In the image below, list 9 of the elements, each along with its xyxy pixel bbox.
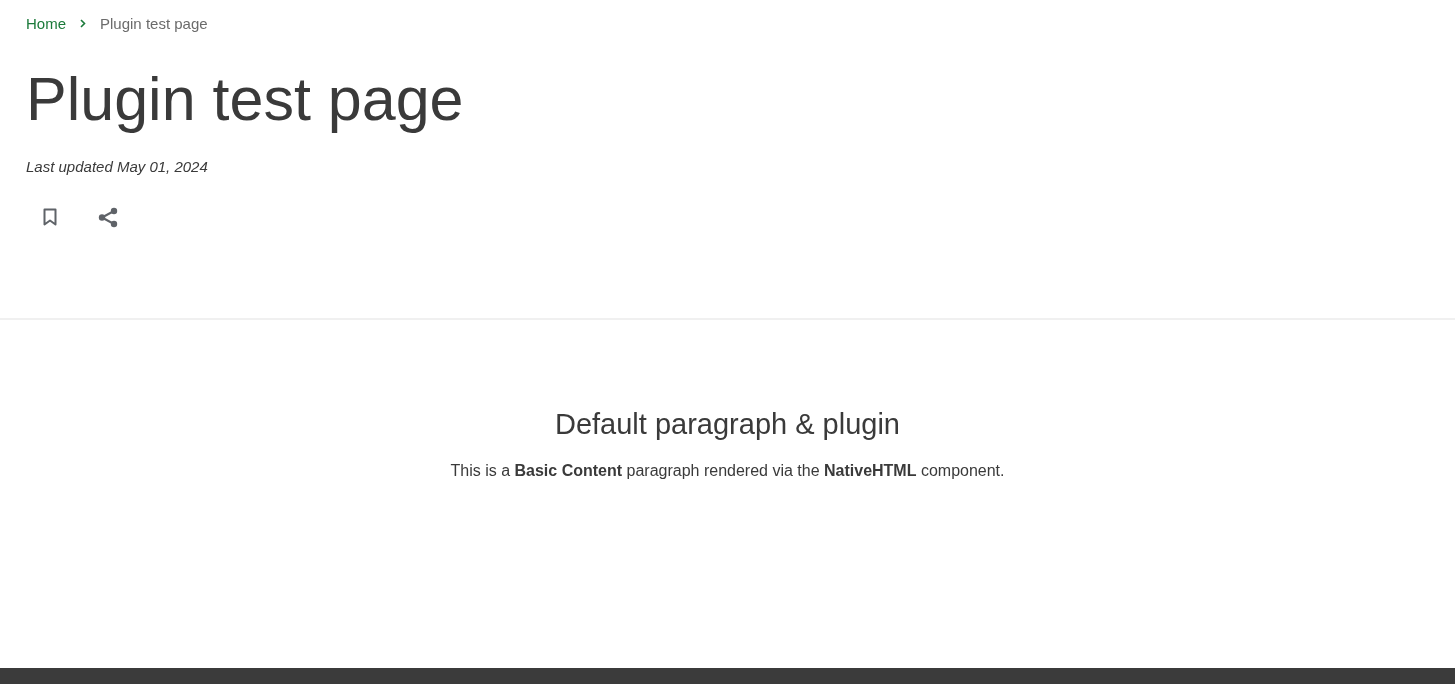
last-updated-text: Last updated May 01, 2024 [26,158,209,175]
chevron-icon [80,18,86,28]
page-title: Plugin test page [26,64,465,134]
paragraph: This is a Basic Content paragraph rendered via the NativeHTML component. [449,462,1006,480]
section-heading: Default paragraph & plugin [554,407,901,442]
bookmark-icon [43,208,57,226]
breadcrumb-current: Plugin test page [100,14,208,32]
share-icon [98,206,118,228]
breadcrumb-link[interactable]: Home [26,14,66,32]
